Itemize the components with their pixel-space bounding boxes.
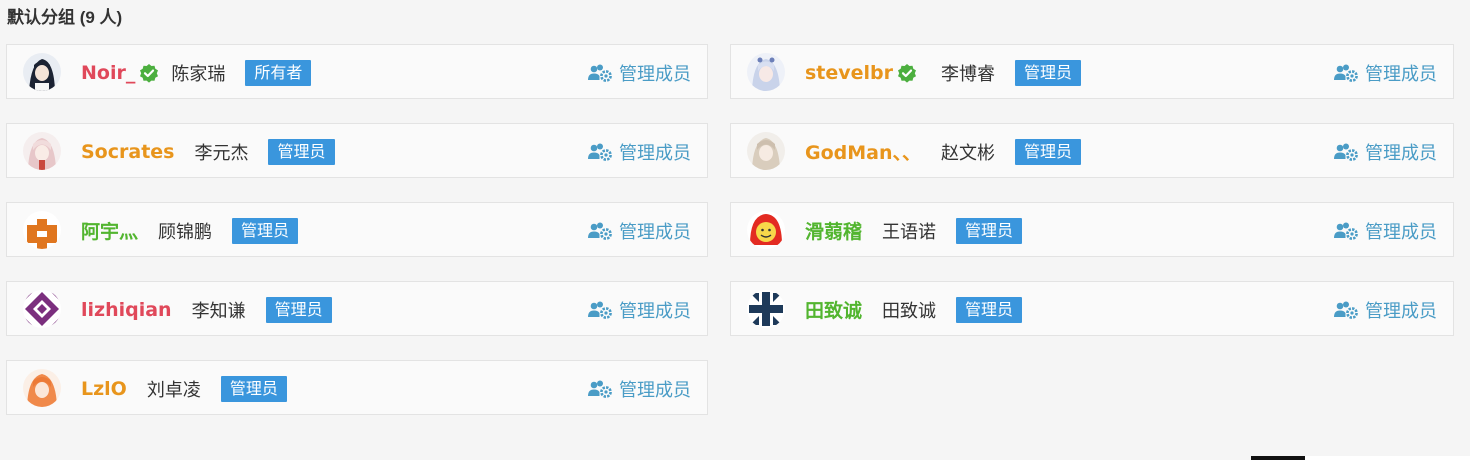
users-gear-icon [587,142,613,162]
member-nickname[interactable]: lizhiqian [81,299,172,321]
manage-members-label: 管理成员 [1365,300,1437,322]
role-badge: 管理员 [956,217,1023,244]
users-gear-icon [587,221,613,241]
users-gear-icon [587,300,613,320]
users-gear-icon [1333,63,1359,83]
manage-members-label: 管理成员 [619,300,691,322]
member-realname: 陈家瑞 [171,63,226,85]
verified-check-icon [139,63,159,83]
navy-pattern-avatar[interactable] [747,290,785,328]
users-gear-icon [587,379,613,399]
purple-geometric-avatar[interactable] [23,290,61,328]
orange-hair-character-avatar[interactable] [23,369,61,407]
role-badge: 管理员 [232,217,299,244]
member-realname: 李知谦 [191,300,246,322]
users-gear-icon [1333,300,1359,320]
manage-members-button[interactable]: 管理成员 [587,203,691,258]
verified-check-icon [897,63,917,83]
orange-pixel-avatar[interactable] [23,211,61,249]
manage-members-button[interactable]: 管理成员 [587,282,691,337]
member-card: stevelbr 李博睿 管理员 管理成员 [730,44,1454,99]
member-card: Noir_ 陈家瑞 所有者 管理成员 [6,44,708,99]
member-nickname[interactable]: stevelbr [805,62,893,84]
users-gear-icon [1333,221,1359,241]
member-realname: 刘卓凌 [146,379,201,401]
users-gear-icon [1333,142,1359,162]
member-card: 滑蒻稽 王语诺 管理员 管理成员 [730,202,1454,257]
manage-members-label: 管理成员 [619,221,691,243]
member-card: 阿宇灬 顾锦鹏 管理员 管理成员 [6,202,708,257]
manage-members-button[interactable]: 管理成员 [1333,45,1437,100]
role-badge: 管理员 [1015,138,1082,165]
dark-hair-character-avatar[interactable] [23,53,61,91]
member-realname: 顾锦鹏 [158,221,213,243]
role-badge: 管理员 [265,296,332,323]
manage-members-label: 管理成员 [619,142,691,164]
member-realname: 李博睿 [941,63,996,85]
role-badge: 所有者 [245,59,312,86]
member-realname: 李元杰 [194,142,249,164]
manage-members-button[interactable]: 管理成员 [1333,124,1437,179]
member-realname: 赵文彬 [941,142,996,164]
manage-members-button[interactable]: 管理成员 [1333,282,1437,337]
users-gear-icon [587,63,613,83]
manage-members-button[interactable]: 管理成员 [587,124,691,179]
role-badge: 管理员 [956,296,1023,323]
member-card: LzlO 刘卓凌 管理员 管理成员 [6,360,708,415]
member-card: GodMan、、 赵文彬 管理员 管理成员 [730,123,1454,178]
red-hood-face-avatar[interactable] [747,211,785,249]
manage-members-label: 管理成员 [619,379,691,401]
blonde-character-avatar[interactable] [747,132,785,170]
manage-members-button[interactable]: 管理成员 [587,361,691,416]
member-nickname[interactable]: 滑蒻稽 [805,217,862,244]
member-nickname[interactable]: Noir_ [81,62,135,84]
scroll-indicator [1251,456,1305,460]
pink-hair-character-avatar[interactable] [23,132,61,170]
role-badge: 管理员 [1015,59,1082,86]
group-title: 默认分组 (9 人) [7,8,123,27]
member-nickname[interactable]: GodMan、、 [805,138,921,165]
scroll-track [1305,456,1470,460]
manage-members-label: 管理成员 [1365,63,1437,85]
role-badge: 管理员 [220,375,287,402]
role-badge: 管理员 [268,138,335,165]
manage-members-label: 管理成员 [1365,142,1437,164]
member-card: 田致诚 田致诚 管理员 管理成员 [730,281,1454,336]
manage-members-button[interactable]: 管理成员 [1333,203,1437,258]
member-card: Socrates 李元杰 管理员 管理成员 [6,123,708,178]
white-hair-character-avatar[interactable] [747,53,785,91]
member-realname: 王语诺 [882,221,937,243]
member-nickname[interactable]: 田致诚 [805,296,862,323]
member-card: lizhiqian 李知谦 管理员 管理成员 [6,281,708,336]
member-nickname[interactable]: 阿宇灬 [81,217,138,244]
manage-members-label: 管理成员 [1365,221,1437,243]
member-nickname[interactable]: Socrates [81,141,174,163]
member-realname: 田致诚 [882,300,937,322]
member-nickname[interactable]: LzlO [81,378,127,400]
manage-members-label: 管理成员 [619,63,691,85]
manage-members-button[interactable]: 管理成员 [587,45,691,100]
